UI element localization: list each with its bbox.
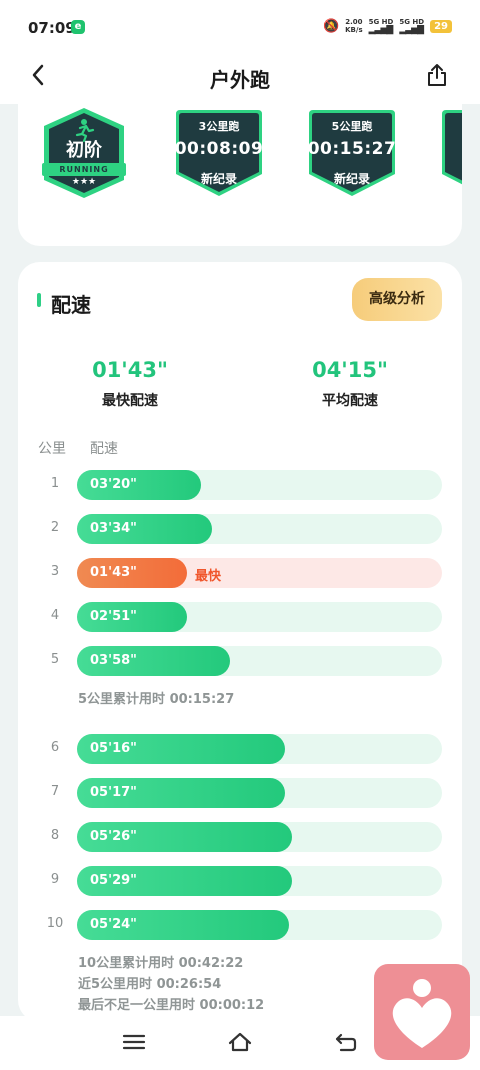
split-bar: 02'51"	[77, 602, 187, 632]
record-tag: 新纪录	[333, 172, 370, 186]
shield-icon	[442, 110, 462, 185]
split-km: 1	[50, 476, 60, 491]
summary-10km: 10公里累计用时 00:42:22	[78, 956, 244, 971]
record-tag: 新纪录	[200, 172, 237, 186]
section-title: 配速	[51, 293, 91, 317]
summary-last-5km: 近5公里用时 00:26:54	[78, 977, 222, 992]
mute-icon: 🔕	[322, 18, 340, 34]
floating-assistant-button[interactable]	[374, 964, 470, 1060]
level-badge-stars: ★★★	[71, 177, 97, 187]
signal-sim1-icon: 5G HD ▂▃▅▇	[368, 18, 394, 35]
summary-5km: 5公里累计用时 00:15:27	[78, 692, 235, 707]
split-bar: 03'20"	[77, 470, 201, 500]
badges-card: 初阶 RUNNING ★★★ 3公里跑 00:08:09 新纪录 5公里跑 00…	[18, 104, 462, 246]
heart-icon	[392, 979, 452, 1048]
status-bar: 07:09 e 🔕 2.00 KB/s 5G HD ▂▃▅▇ 5G HD ▂▃▅▇ 2…	[0, 0, 480, 52]
split-km: 5	[50, 652, 60, 667]
record-title: 5公里跑	[331, 120, 373, 133]
split-row: 8 05'26"	[18, 822, 462, 852]
page-title: 户外跑	[210, 68, 270, 92]
split-bar: 05'17"	[77, 778, 285, 808]
fastest-pace-label: 最快配速	[102, 393, 158, 409]
split-pace: 03'34"	[90, 521, 137, 536]
split-km: 7	[50, 784, 60, 799]
fastest-pace-value: 01'43"	[92, 358, 168, 382]
share-icon[interactable]	[426, 63, 448, 87]
split-row: 10 05'24"	[18, 910, 462, 940]
split-km: 3	[50, 564, 60, 579]
split-pace: 05'24"	[90, 917, 137, 932]
status-time: 07:09	[28, 19, 76, 37]
split-pace: 05'17"	[90, 785, 137, 800]
split-row: 1 03'20"	[18, 470, 462, 500]
advanced-analysis-button[interactable]: 高级分析	[352, 278, 442, 321]
split-pace: 05'16"	[90, 741, 137, 756]
split-pace: 02'51"	[90, 609, 137, 624]
split-pace: 05'26"	[90, 829, 137, 844]
record-badge-partial[interactable]	[440, 108, 462, 198]
level-badge-title: 初阶	[66, 140, 102, 161]
split-bar: 05'24"	[77, 910, 289, 940]
split-km: 2	[50, 520, 60, 535]
fastest-tag: 最快	[195, 569, 222, 584]
split-km: 6	[50, 740, 60, 755]
record-time: 00:08:09	[174, 139, 264, 159]
split-pace: 05'29"	[90, 873, 137, 888]
split-bar: 05'16"	[77, 734, 285, 764]
level-badge[interactable]: 初阶 RUNNING ★★★	[40, 106, 128, 200]
split-bar: 05'26"	[77, 822, 292, 852]
average-pace-label: 平均配速	[322, 393, 378, 409]
pace-card: 配速 高级分析 01'43" 最快配速 04'15" 平均配速 公里 配速 10…	[18, 262, 462, 1022]
split-bar: 03'58"	[77, 646, 230, 676]
split-row: 2 03'34"	[18, 514, 462, 544]
column-header-km: 公里	[38, 441, 66, 457]
battery-icon: 29	[430, 19, 452, 33]
average-pace-stat: 04'15" 平均配速	[280, 358, 420, 410]
split-row: 4 02'51"	[18, 602, 462, 632]
status-icons: 🔕 2.00 KB/s 5G HD ▂▃▅▇ 5G HD ▂▃▅▇ 29	[322, 18, 452, 35]
split-row: 5 03'58"	[18, 646, 462, 676]
back-nav-icon[interactable]	[333, 1029, 359, 1055]
split-pace: 03'20"	[90, 477, 137, 492]
split-km: 10	[46, 916, 64, 931]
summary-remaining: 最后不足一公里用时 00:00:12	[78, 998, 265, 1013]
record-title: 3公里跑	[198, 120, 240, 133]
split-row: 9 05'29"	[18, 866, 462, 896]
record-time: 00:15:27	[307, 139, 397, 159]
split-pace: 03'58"	[90, 653, 137, 668]
section-marker	[37, 293, 41, 307]
top-bar: 户外跑	[0, 52, 480, 104]
network-speed: 2.00 KB/s	[345, 18, 363, 34]
menu-icon[interactable]	[121, 1029, 147, 1055]
column-header-pace: 配速	[90, 441, 118, 457]
split-row: 7 05'17"	[18, 778, 462, 808]
split-pace: 01'43"	[90, 565, 137, 580]
split-km: 8	[50, 828, 60, 843]
level-badge-subtitle: RUNNING	[59, 165, 109, 174]
split-bar: 05'29"	[77, 866, 292, 896]
split-km: 4	[50, 608, 60, 623]
record-badge-3km[interactable]: 3公里跑 00:08:09 新纪录	[174, 108, 264, 198]
signal-sim2-icon: 5G HD ▂▃▅▇	[399, 18, 425, 35]
split-bar: 03'34"	[77, 514, 212, 544]
app-notification-icon: e	[71, 20, 85, 34]
split-row: 3 01'43" 最快	[18, 558, 462, 588]
home-icon[interactable]	[227, 1029, 253, 1055]
split-km: 9	[50, 872, 60, 887]
record-badge-5km[interactable]: 5公里跑 00:15:27 新纪录	[307, 108, 397, 198]
fastest-pace-stat: 01'43" 最快配速	[60, 358, 200, 410]
average-pace-value: 04'15"	[312, 358, 388, 382]
split-row: 6 05'16"	[18, 734, 462, 764]
split-bar: 01'43"	[77, 558, 187, 588]
